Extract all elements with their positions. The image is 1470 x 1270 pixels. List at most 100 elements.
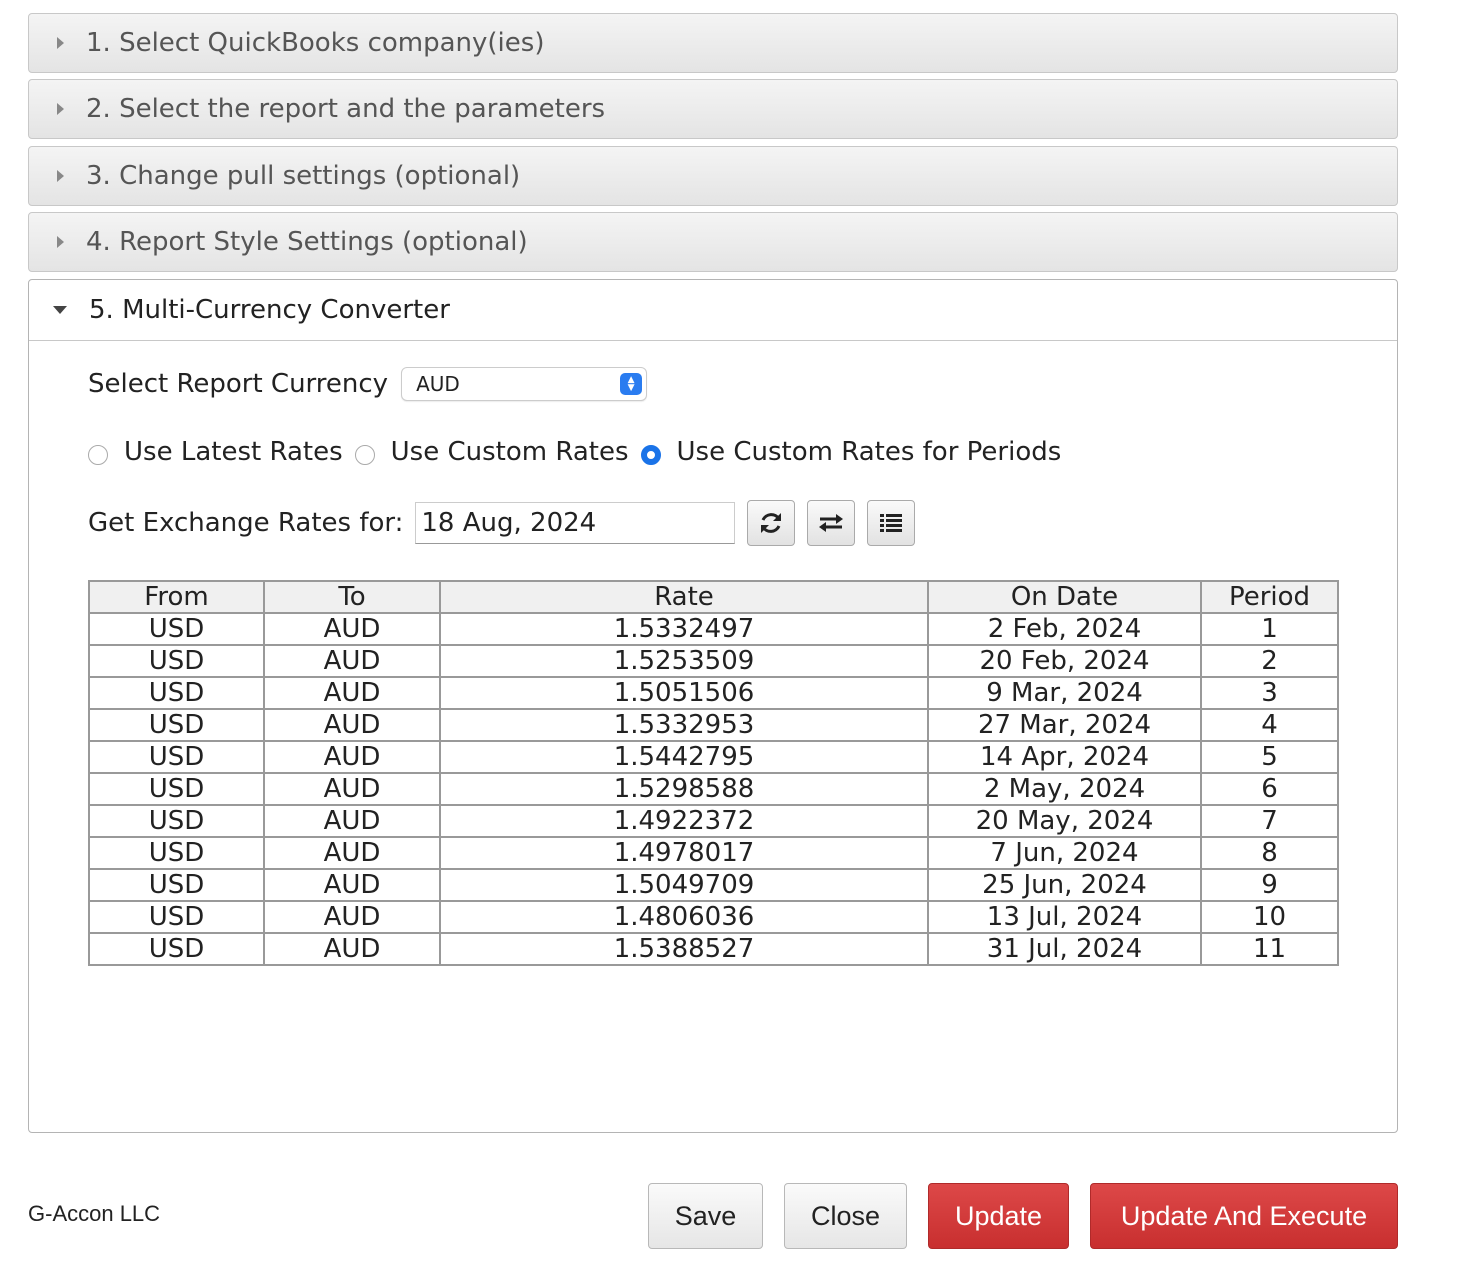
update-button[interactable]: Update xyxy=(928,1183,1069,1249)
rates-table-container[interactable]: From To Rate On Date Period USD AUD 1.5332497 2… xyxy=(88,580,1339,980)
swap-icon xyxy=(819,514,844,532)
table-cell: 2 May, 2024 xyxy=(927,772,1202,806)
section-select-company[interactable]: 1. Select QuickBooks company(ies) xyxy=(28,13,1398,73)
table-row: USD AUD 1.5051506 9 Mar, 2024 3 xyxy=(88,676,1339,710)
table-row: USD AUD 1.4922372 20 May, 2024 7 xyxy=(88,804,1339,838)
radio-latest-rates[interactable] xyxy=(88,445,108,465)
rates-table: From To Rate On Date Period USD AUD 1.5332497 2… xyxy=(88,580,1339,966)
table-cell: AUD xyxy=(263,836,441,870)
swap-button[interactable] xyxy=(807,500,856,546)
section-label: 3. Change pull settings (optional) xyxy=(86,161,521,191)
table-cell: AUD xyxy=(263,868,441,902)
update-and-execute-button[interactable]: Update And Execute xyxy=(1090,1183,1398,1249)
table-cell: AUD xyxy=(263,740,441,774)
table-cell: USD xyxy=(88,900,265,934)
section-select-report[interactable]: 2. Select the report and the parameters xyxy=(28,79,1398,139)
table-cell: 20 May, 2024 xyxy=(927,804,1202,838)
date-value: 18 Aug, 2024 xyxy=(421,508,597,538)
caret-down-icon xyxy=(53,306,67,314)
section-label: 2. Select the report and the parameters xyxy=(86,94,606,124)
list-icon xyxy=(880,514,903,532)
table-cell: USD xyxy=(88,868,265,902)
table-cell: 2 xyxy=(1200,644,1339,678)
table-cell: 1.5442795 xyxy=(439,740,929,774)
table-cell: 7 Jun, 2024 xyxy=(927,836,1202,870)
table-cell: USD xyxy=(88,740,265,774)
table-cell: 1.4978017 xyxy=(439,836,929,870)
table-header-row: From To Rate On Date Period xyxy=(88,580,1339,614)
currency-row: Select Report Currency AUD ▲ ▼ xyxy=(88,367,648,401)
table-row: USD AUD 1.5332497 2 Feb, 2024 1 xyxy=(88,612,1339,646)
table-cell: 14 Apr, 2024 xyxy=(927,740,1202,774)
caret-right-icon xyxy=(57,103,64,115)
table-cell: 4 xyxy=(1200,708,1339,742)
currency-select[interactable]: AUD ▲ ▼ xyxy=(401,367,648,401)
table-cell: 1.4806036 xyxy=(439,900,929,934)
column-header: Period xyxy=(1200,580,1339,614)
section-label: 4. Report Style Settings (optional) xyxy=(86,227,528,257)
table-cell: 1.4922372 xyxy=(439,804,929,838)
table-cell: AUD xyxy=(263,804,441,838)
table-cell: 9 xyxy=(1200,868,1339,902)
table-cell: 1.5332497 xyxy=(439,612,929,646)
table-cell: USD xyxy=(88,676,265,710)
table-cell: 1.5253509 xyxy=(439,644,929,678)
column-header: On Date xyxy=(927,580,1202,614)
table-cell: 7 xyxy=(1200,804,1339,838)
list-button[interactable] xyxy=(867,500,916,546)
section-pull-settings[interactable]: 3. Change pull settings (optional) xyxy=(28,146,1398,206)
table-cell: 10 xyxy=(1200,900,1339,934)
column-header: Rate xyxy=(439,580,929,614)
table-cell: 1.5388527 xyxy=(439,932,929,966)
close-button[interactable]: Close xyxy=(784,1183,907,1249)
chevron-updown-icon: ▲ ▼ xyxy=(620,373,643,395)
table-cell: 1.5051506 xyxy=(439,676,929,710)
section-style-settings[interactable]: 4. Report Style Settings (optional) xyxy=(28,212,1398,272)
table-row: USD AUD 1.5253509 20 Feb, 2024 2 xyxy=(88,644,1339,678)
company-brand: G-Accon LLC xyxy=(28,1201,161,1226)
caret-right-icon xyxy=(57,37,64,49)
table-row: USD AUD 1.4806036 13 Jul, 2024 10 xyxy=(88,900,1339,934)
table-cell: 3 xyxy=(1200,676,1339,710)
section-label: 5. Multi-Currency Converter xyxy=(89,295,450,325)
table-cell: 6 xyxy=(1200,772,1339,806)
table-row: USD AUD 1.5332953 27 Mar, 2024 4 xyxy=(88,708,1339,742)
refresh-button[interactable] xyxy=(747,500,796,546)
table-cell: 1.5332953 xyxy=(439,708,929,742)
radio-custom-rates[interactable] xyxy=(354,445,375,465)
table-cell: AUD xyxy=(263,612,441,646)
caret-right-icon xyxy=(57,236,64,248)
radio-label: Use Latest Rates xyxy=(124,437,343,467)
table-row: USD AUD 1.5049709 25 Jun, 2024 9 xyxy=(88,868,1339,902)
radio-label: Use Custom Rates xyxy=(390,437,629,467)
radio-label: Use Custom Rates for Periods xyxy=(676,437,1062,467)
table-cell: USD xyxy=(88,836,265,870)
table-cell: AUD xyxy=(263,772,441,806)
table-cell: 5 xyxy=(1200,740,1339,774)
table-row: USD AUD 1.5388527 31 Jul, 2024 11 xyxy=(88,932,1339,966)
section-multi-currency[interactable]: 5. Multi-Currency Converter xyxy=(29,280,1397,341)
table-cell: USD xyxy=(88,612,265,646)
date-row: Get Exchange Rates for: 18 Aug, 2024 xyxy=(88,500,916,546)
table-row: USD AUD 1.5442795 14 Apr, 2024 5 xyxy=(88,740,1339,774)
table-cell: 9 Mar, 2024 xyxy=(927,676,1202,710)
save-button[interactable]: Save xyxy=(648,1183,763,1249)
table-row: USD AUD 1.4978017 7 Jun, 2024 8 xyxy=(88,836,1339,870)
table-cell: 20 Feb, 2024 xyxy=(927,644,1202,678)
table-cell: 13 Jul, 2024 xyxy=(927,900,1202,934)
table-cell: 31 Jul, 2024 xyxy=(927,932,1202,966)
refresh-icon xyxy=(761,513,782,533)
table-cell: AUD xyxy=(263,676,441,710)
date-label: Get Exchange Rates for: xyxy=(88,508,404,538)
table-cell: 25 Jun, 2024 xyxy=(927,868,1202,902)
caret-right-icon xyxy=(57,170,64,182)
multi-currency-panel: 5. Multi-Currency Converter Select Repor… xyxy=(28,279,1398,1133)
radio-custom-rates-periods[interactable] xyxy=(640,445,661,465)
table-cell: USD xyxy=(88,772,265,806)
table-cell: 1 xyxy=(1200,612,1339,646)
date-input[interactable]: 18 Aug, 2024 xyxy=(415,502,736,544)
rate-mode-group: Use Latest Rates Use Custom Rates Use Cu… xyxy=(88,437,1073,467)
table-cell: AUD xyxy=(263,644,441,678)
table-cell: USD xyxy=(88,932,265,966)
table-cell: AUD xyxy=(263,708,441,742)
